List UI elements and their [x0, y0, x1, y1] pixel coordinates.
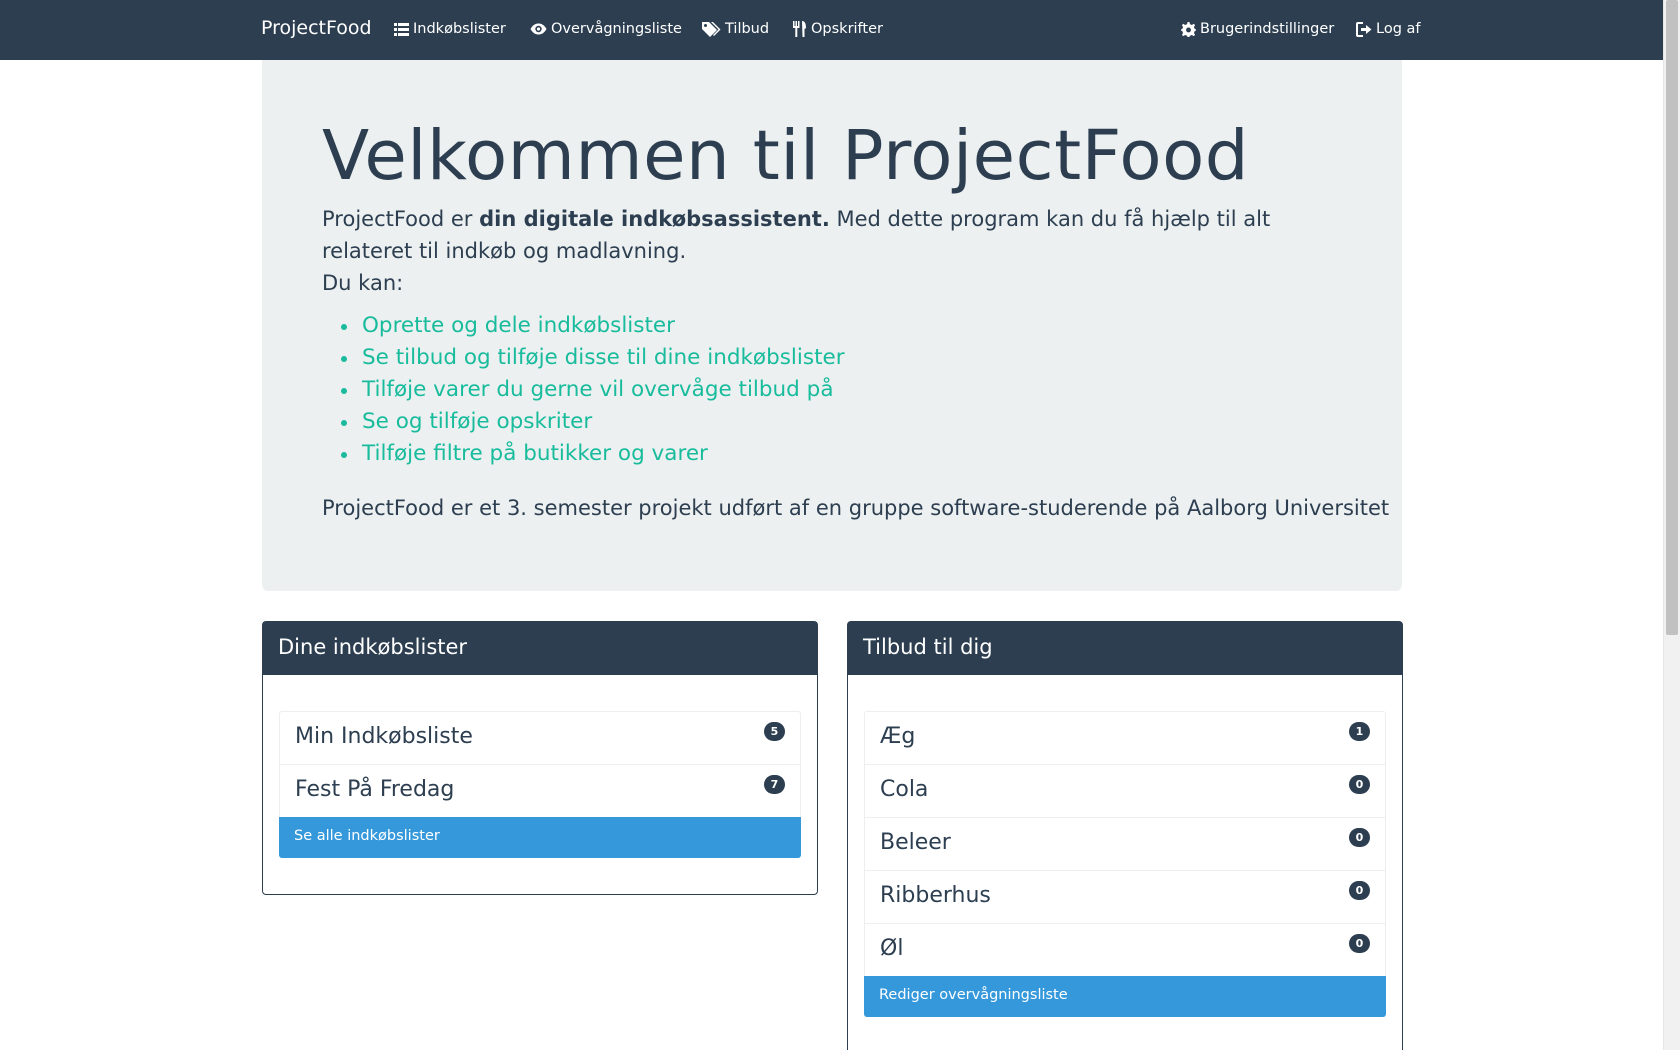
intro-bold: din digitale indkøbsassistent. — [479, 207, 830, 231]
welcome-jumbotron: Velkommen til ProjectFood ProjectFood er… — [262, 60, 1402, 591]
nav-opskrifter-label: Opskrifter — [811, 21, 883, 37]
offer-item[interactable]: Cola 0 — [864, 764, 1386, 817]
feature-item: Se tilbud og tilføje disse til dine indk… — [322, 342, 845, 374]
offer-count-badge: 0 — [1349, 934, 1370, 953]
shopping-list-name: Fest På Fredag — [295, 777, 455, 802]
shopping-lists-panel: Dine indkøbslister Min Indkøbsliste 5 Fe… — [262, 621, 818, 895]
logout-icon — [1356, 21, 1372, 37]
feature-link-watch[interactable]: Tilføje varer du gerne vil overvåge tilb… — [362, 377, 834, 402]
offer-item[interactable]: Ribberhus 0 — [864, 870, 1386, 923]
feature-link-filters[interactable]: Tilføje filtre på butikker og varer — [362, 441, 708, 466]
navbar-container: ProjectFood Indkøbslister Overvågningsli… — [261, 0, 1421, 60]
you-can-label: Du kan: — [322, 271, 404, 295]
feature-link-lists[interactable]: Oprette og dele indkøbslister — [362, 313, 675, 338]
shopping-lists-heading: Dine indkøbslister — [263, 622, 817, 675]
offer-name: Beleer — [880, 830, 951, 855]
intro-prefix: ProjectFood er — [322, 207, 480, 231]
offer-item[interactable]: Beleer 0 — [864, 817, 1386, 870]
offer-count-badge: 0 — [1349, 775, 1370, 794]
offers-panel: Tilbud til dig Æg 1 Cola 0 Beleer 0 Ribb… — [847, 621, 1403, 1050]
offer-name: Cola — [880, 777, 929, 802]
offer-count-badge: 0 — [1349, 828, 1370, 847]
feature-item: Tilføje filtre på butikker og varer — [322, 438, 845, 470]
nav-log-af-label: Log af — [1376, 21, 1421, 37]
list-icon — [394, 22, 409, 36]
brand-link[interactable]: ProjectFood — [261, 17, 372, 39]
shopping-list-name: Min Indkøbsliste — [295, 724, 473, 749]
offers-body: Æg 1 Cola 0 Beleer 0 Ribberhus 0 Øl 0 Re… — [848, 675, 1402, 1017]
see-all-lists-button[interactable]: Se alle indkøbslister — [279, 817, 801, 858]
page-title: Velkommen til ProjectFood — [322, 116, 1250, 196]
offer-count-badge: 1 — [1349, 722, 1370, 741]
feature-item: Oprette og dele indkøbslister — [322, 310, 845, 342]
item-count-badge: 7 — [764, 775, 785, 794]
nav-brugerindstillinger[interactable]: Brugerindstillinger — [1181, 21, 1334, 37]
feature-link-recipes[interactable]: Se og tilføje opskriter — [362, 409, 592, 434]
gear-icon — [1181, 21, 1196, 37]
top-navbar: ProjectFood Indkøbslister Overvågningsli… — [0, 0, 1663, 60]
edit-watchlist-button[interactable]: Rediger overvågningsliste — [864, 976, 1386, 1017]
shopping-list-item[interactable]: Min Indkøbsliste 5 — [279, 711, 801, 764]
offer-name: Ribberhus — [880, 883, 991, 908]
item-count-badge: 5 — [764, 722, 785, 741]
offer-count-badge: 0 — [1349, 881, 1370, 900]
eye-icon — [530, 23, 547, 35]
offer-item[interactable]: Æg 1 — [864, 711, 1386, 764]
cutlery-icon — [793, 21, 807, 37]
intro-text: ProjectFood er din digitale indkøbsassis… — [322, 203, 1352, 299]
nav-indkobslister-label: Indkøbslister — [413, 21, 506, 37]
feature-link-offers[interactable]: Se tilbud og tilføje disse til dine indk… — [362, 345, 845, 370]
nav-opskrifter[interactable]: Opskrifter — [793, 21, 883, 37]
tags-icon — [701, 21, 721, 37]
feature-item: Se og tilføje opskriter — [322, 406, 845, 438]
nav-indkobslister[interactable]: Indkøbslister — [394, 21, 506, 37]
shopping-list-item[interactable]: Fest På Fredag 7 — [279, 764, 801, 817]
offers-heading: Tilbud til dig — [848, 622, 1402, 675]
page-scrollbar[interactable] — [1663, 0, 1680, 1050]
scrollbar-thumb[interactable] — [1666, 0, 1678, 635]
project-description: ProjectFood er et 3. semester projekt ud… — [322, 496, 1390, 520]
nav-overvagningsliste[interactable]: Overvågningsliste — [530, 21, 682, 37]
feature-list: Oprette og dele indkøbslister Se tilbud … — [322, 310, 845, 470]
nav-tilbud[interactable]: Tilbud — [701, 21, 769, 37]
nav-brugerindstillinger-label: Brugerindstillinger — [1200, 21, 1335, 37]
offer-item[interactable]: Øl 0 — [864, 923, 1386, 976]
offer-name: Øl — [880, 936, 904, 961]
nav-log-af[interactable]: Log af — [1356, 21, 1421, 37]
nav-tilbud-label: Tilbud — [725, 21, 770, 37]
nav-overvagningsliste-label: Overvågningsliste — [551, 21, 682, 37]
shopping-lists-body: Min Indkøbsliste 5 Fest På Fredag 7 Se a… — [263, 675, 817, 894]
offer-name: Æg — [880, 724, 916, 749]
feature-item: Tilføje varer du gerne vil overvåge tilb… — [322, 374, 845, 406]
